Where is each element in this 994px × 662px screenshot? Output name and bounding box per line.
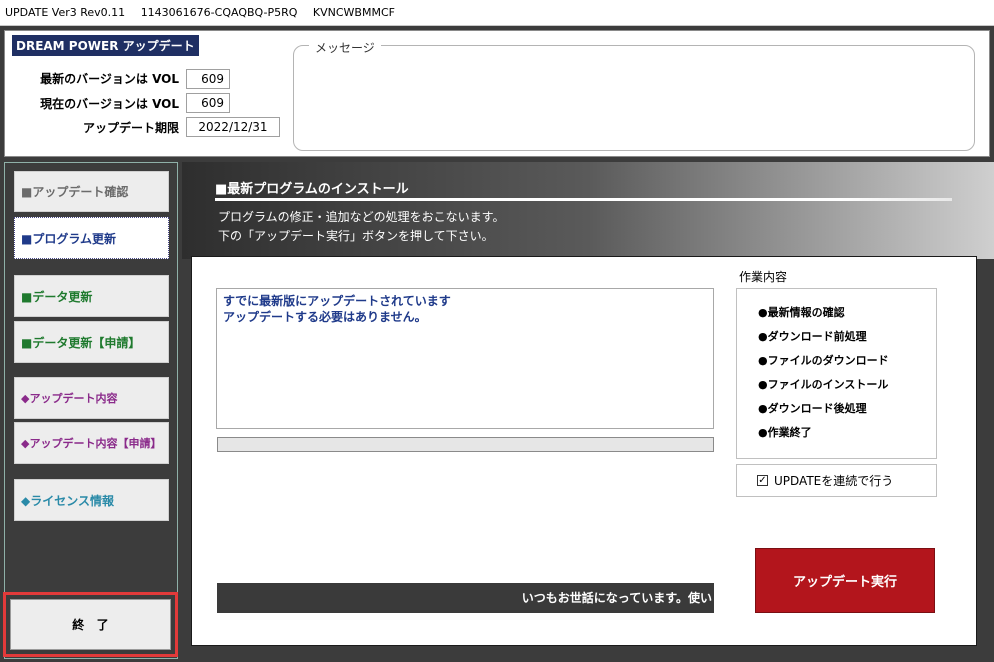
exit-button-label: 終 了 [72, 618, 109, 632]
version-panel: DREAM POWER アップデート 最新のバージョンは VOL 609 現在の… [0, 26, 994, 159]
nav-data-update-request-label: ■データ更新【申請】 [21, 335, 141, 350]
section-title: ■最新プログラムのインストール [215, 182, 409, 197]
window-id-code: 1143061676-CQAQBQ-P5RQ [140, 6, 298, 19]
ticker-text: いつもお世話になっています。使い [521, 591, 712, 605]
latest-version-label: 最新のバージョンは VOL [40, 72, 179, 86]
current-version-label: 現在のバージョンは VOL [40, 97, 179, 111]
message-group [293, 45, 975, 151]
task-item: ●作業終了 [758, 426, 812, 439]
run-update-button[interactable]: アップデート実行 [755, 548, 935, 613]
progress-bar [217, 437, 714, 452]
continuous-update-label: UPDATEを連続で行う [774, 474, 894, 488]
window-title: UPDATE Ver3 Rev0.11 [5, 6, 126, 19]
window-machine-code: KVNCWBMMCF [312, 6, 395, 19]
window-titlebar: UPDATE Ver3 Rev0.11 1143061676-CQAQBQ-P5… [0, 0, 994, 26]
task-item: ●ファイルのダウンロード [758, 354, 889, 367]
status-message-box: すでに最新版にアップデートされています アップデートする必要はありません。 [216, 288, 714, 429]
nav-data-update-request[interactable]: ■データ更新【申請】 [14, 321, 169, 363]
message-legend: メッセージ [309, 39, 381, 56]
status-line-1: すでに最新版にアップデートされています [223, 294, 451, 308]
update-deadline-field: 2022/12/31 [186, 117, 280, 137]
exit-button[interactable]: 終 了 [10, 599, 171, 650]
nav-license-info[interactable]: ◆ライセンス情報 [14, 479, 169, 521]
run-update-button-label: アップデート実行 [792, 575, 897, 590]
nav-update-check[interactable]: ■アップデート確認 [14, 171, 169, 212]
nav-update-content-request-label: ◆アップデート内容【申請】 [21, 437, 162, 450]
current-version-field: 609 [186, 93, 230, 113]
description-line-2: 下の「アップデート実行」ボタンを押して下さい。 [218, 229, 494, 243]
continuous-update-option[interactable]: ✓ UPDATEを連続で行う [736, 464, 937, 497]
task-item: ●ダウンロード後処理 [758, 402, 867, 415]
task-item: ●ダウンロード前処理 [758, 330, 867, 343]
nav-program-update-label: ■プログラム更新 [21, 231, 116, 246]
latest-version-field: 609 [186, 69, 230, 89]
sidebar-nav: ■アップデート確認 ■プログラム更新 ■データ更新 ■データ更新【申請】 ◆アッ… [4, 162, 178, 659]
tasks-list: ●最新情報の確認 ●ダウンロード前処理 ●ファイルのダウンロード ●ファイルのイ… [736, 288, 937, 459]
tasks-title: 作業内容 [739, 270, 788, 284]
app-title: DREAM POWER アップデート [12, 35, 199, 56]
status-line-2: アップデートする必要はありません。 [223, 310, 427, 324]
version-panel-inner: DREAM POWER アップデート 最新のバージョンは VOL 609 現在の… [4, 30, 990, 157]
nav-license-info-label: ◆ライセンス情報 [21, 493, 114, 508]
section-divider [215, 198, 952, 201]
nav-program-update[interactable]: ■プログラム更新 [14, 217, 169, 259]
update-deadline-label: アップデート期限 [82, 121, 179, 135]
exit-button-frame: 終 了 [3, 592, 178, 657]
nav-update-content-request[interactable]: ◆アップデート内容【申請】 [14, 422, 169, 464]
nav-update-check-label: ■アップデート確認 [21, 185, 129, 199]
nav-update-content[interactable]: ◆アップデート内容 [14, 377, 169, 419]
task-item: ●ファイルのインストール [758, 378, 889, 391]
description-line-1: プログラムの修正・追加などの処理をおこないます。 [218, 210, 505, 224]
nav-data-update[interactable]: ■データ更新 [14, 275, 169, 317]
continuous-update-checkbox[interactable]: ✓ [757, 475, 768, 486]
marquee-ticker: いつもお世話になっています。使い [217, 583, 714, 613]
task-item: ●最新情報の確認 [758, 306, 845, 319]
nav-data-update-label: ■データ更新 [21, 289, 93, 304]
nav-update-content-label: ◆アップデート内容 [21, 392, 118, 405]
